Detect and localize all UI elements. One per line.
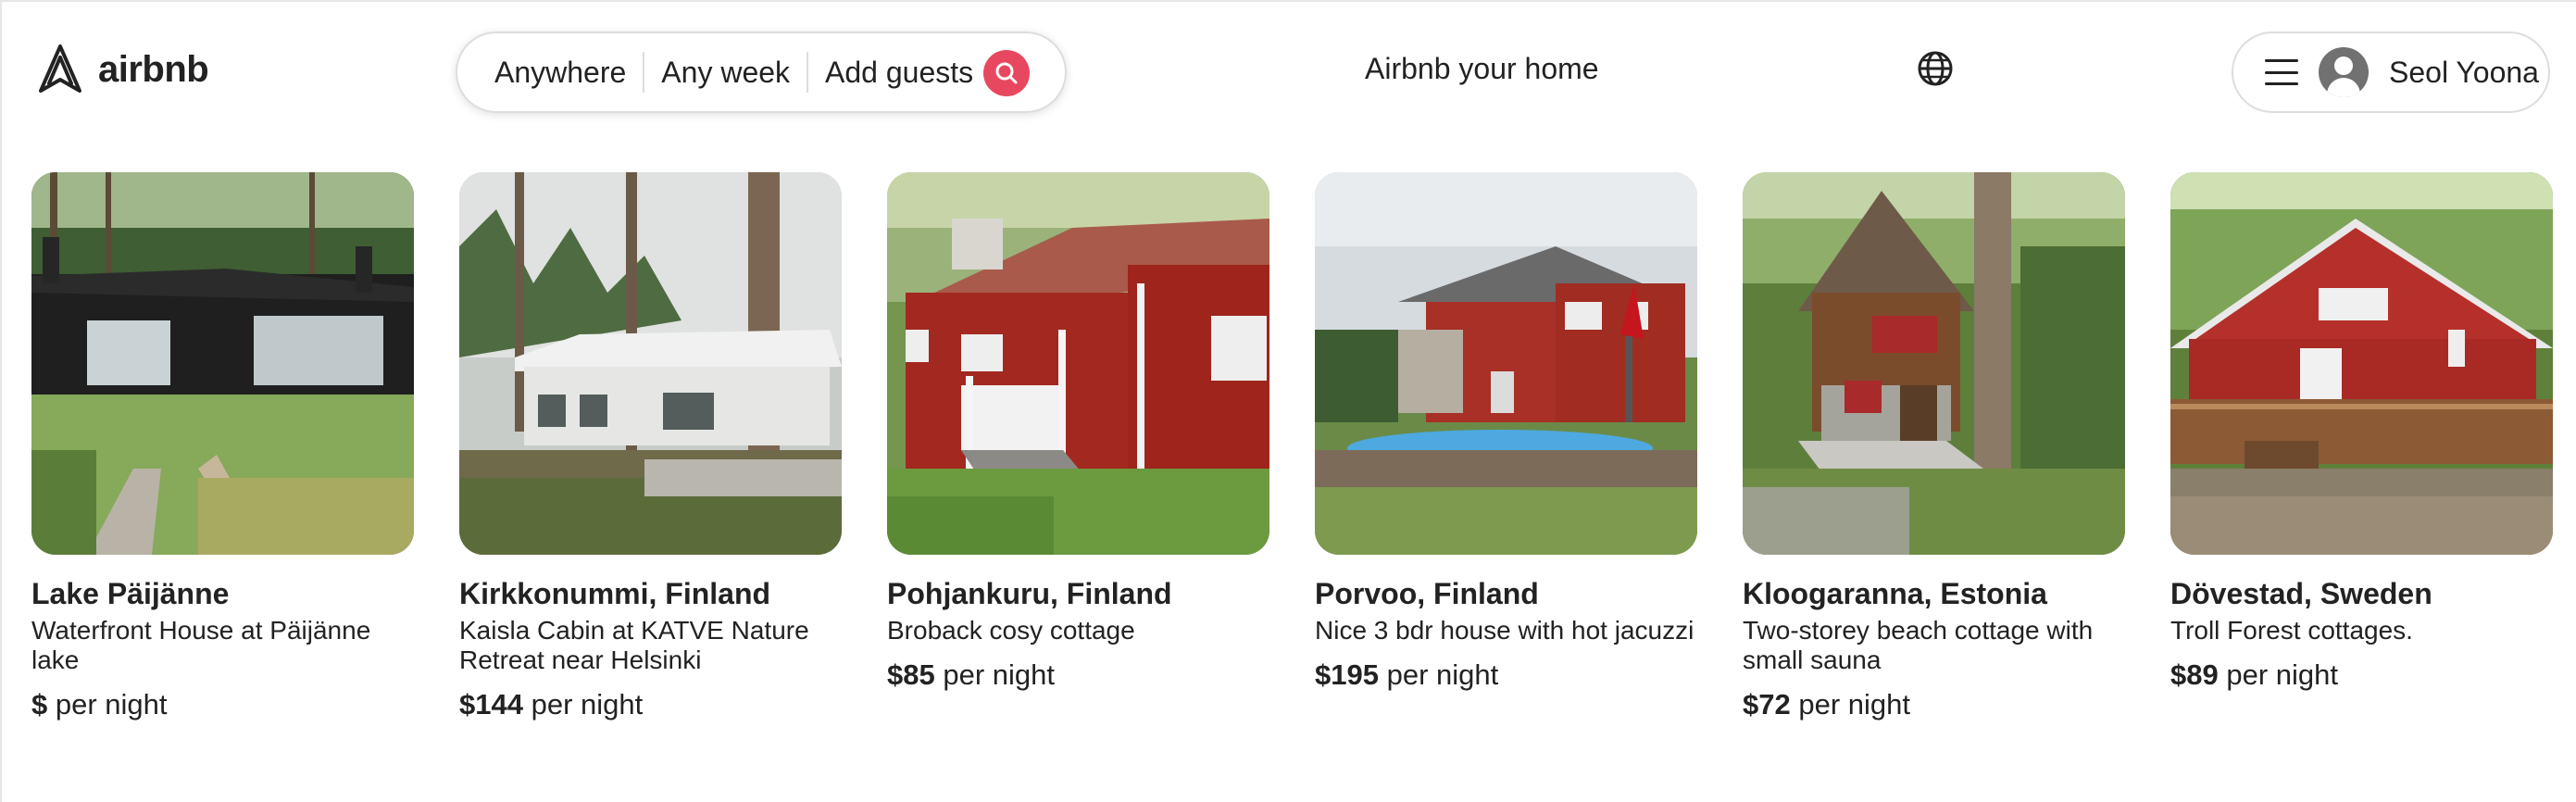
listing-card[interactable]: Lake Päijänne Waterfront House at Päijän… [31,172,414,721]
listing-price: $195 per night [1315,658,1697,692]
airbnb-your-home-link[interactable]: Airbnb your home [1365,52,1599,86]
listing-title: Kloogaranna, Estonia [1743,577,2047,610]
price-amount: $85 [887,658,935,691]
top-navigation-bar: airbnb Anywhere Any week Add guests Airb… [0,0,2576,139]
listing-title: Porvoo, Finland [1315,577,1539,610]
search-icon [995,62,1018,84]
listing-price: $89 per night [2170,658,2553,692]
listing-price: $85 per night [887,658,1269,692]
listing-title: Pohjankuru, Finland [887,577,1172,610]
airbnb-logo-icon [39,44,81,93]
user-avatar-icon [2319,47,2369,97]
listing-price: $ per night [31,688,414,721]
search-guests-button[interactable]: Add guests [808,56,990,90]
listing-photo[interactable] [2170,172,2553,555]
listing-description: Two-storey beach cottage with small saun… [1743,616,2094,674]
airbnb-logo[interactable]: airbnb [35,43,209,96]
listing-card[interactable]: Kirkkonummi, Finland Kaisla Cabin at KAT… [459,172,842,721]
user-menu-button[interactable]: Seol Yoona [2232,31,2550,113]
listing-card[interactable]: Kloogaranna, Estonia Two-storey beach co… [1743,172,2125,721]
price-amount: $ [31,688,48,721]
listing-photo[interactable] [31,172,414,555]
listing-photo[interactable] [887,172,1269,555]
price-amount: $72 [1743,688,1791,721]
search-submit-button[interactable] [983,50,1030,96]
listing-description: Nice 3 bdr house with hot jacuzzi [1315,616,1694,645]
price-amount: $195 [1315,658,1379,691]
hamburger-menu-icon [2265,59,2298,85]
search-dates-button[interactable]: Any week [644,56,807,90]
search-bar[interactable]: Anywhere Any week Add guests [456,31,1067,113]
logo-text: airbnb [98,48,209,90]
listing-card[interactable]: Porvoo, Finland Nice 3 bdr house with ho… [1315,172,1697,721]
price-suffix: per night [1386,658,1499,691]
price-suffix: per night [2226,658,2338,691]
price-amount: $144 [459,688,523,721]
listing-title: Lake Päijänne [31,577,230,610]
listing-photo[interactable] [1315,172,1697,555]
listing-card[interactable]: Pohjankuru, Finland Broback cosy cottage… [887,172,1269,721]
search-location-button[interactable]: Anywhere [457,56,643,90]
price-suffix: per night [531,688,644,721]
listings-grid: Lake Päijänne Waterfront House at Päijän… [31,172,2553,721]
price-amount: $89 [2170,658,2219,691]
price-suffix: per night [55,688,168,721]
listing-title: Kirkkonummi, Finland [459,577,771,610]
user-name: Seol Yoona [2389,55,2539,89]
listing-description: Kaisla Cabin at KATVE Nature Retreat nea… [459,616,809,674]
listing-photo[interactable] [459,172,842,555]
listing-card[interactable]: Dövestad, Sweden Troll Forest cottages. … [2170,172,2553,721]
listing-title: Dövestad, Sweden [2170,577,2432,610]
price-suffix: per night [943,658,1055,691]
listing-description: Broback cosy cottage [887,616,1135,645]
listing-price: $72 per night [1743,688,2125,721]
globe-icon[interactable] [1915,48,1956,89]
listing-description: Troll Forest cottages. [2170,616,2413,645]
price-suffix: per night [1798,688,1910,721]
listing-description: Waterfront House at Päijänne lake [31,616,371,674]
listing-photo[interactable] [1743,172,2125,555]
listing-price: $144 per night [459,688,842,721]
